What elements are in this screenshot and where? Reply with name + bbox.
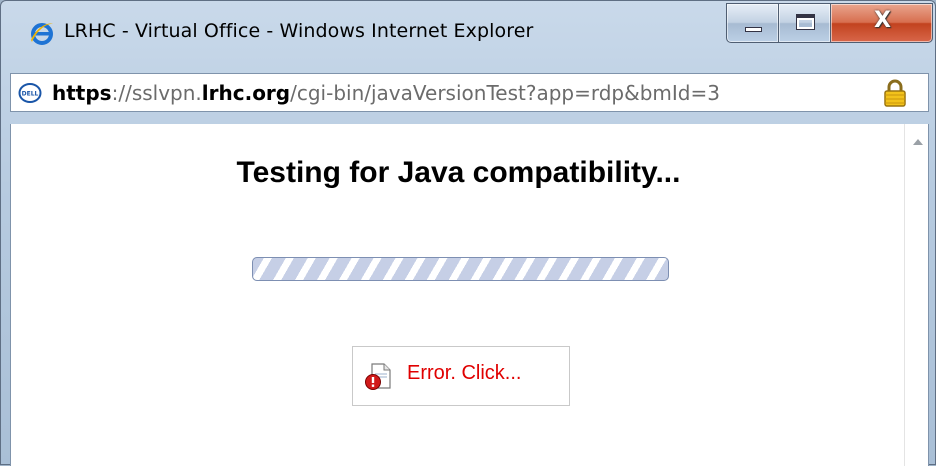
- maximize-button[interactable]: [778, 3, 831, 43]
- scroll-up-arrow-icon[interactable]: [913, 139, 923, 145]
- url-host-domain: lrhc.org: [201, 81, 291, 105]
- error-button[interactable]: Error. Click...: [352, 346, 570, 406]
- url-scheme: https: [52, 81, 112, 105]
- url-host-prefix: sslvpn.: [131, 81, 202, 105]
- close-icon: X: [874, 8, 891, 33]
- close-button[interactable]: X: [830, 3, 933, 43]
- internet-explorer-icon: [31, 23, 53, 45]
- maximize-icon: [796, 14, 815, 30]
- vertical-scrollbar[interactable]: [904, 124, 928, 466]
- url-path: /cgi-bin/javaVersionTest?app=rdp&bmId=3: [290, 81, 720, 105]
- minimize-button[interactable]: [726, 3, 779, 43]
- url-separator: ://: [111, 81, 132, 105]
- url-text[interactable]: https://sslvpn.lrhc.org/cgi-bin/javaVers…: [52, 81, 720, 105]
- title-bar[interactable]: LRHC - Virtual Office - Windows Internet…: [1, 1, 936, 67]
- page-heading: Testing for Java compatibility...: [236, 156, 681, 189]
- lock-icon[interactable]: [881, 78, 909, 108]
- page-content: Testing for Java compatibility... Error.…: [10, 124, 929, 466]
- minimize-icon: [745, 27, 762, 32]
- error-button-label: Error. Click...: [407, 362, 522, 384]
- svg-text:DELL: DELL: [22, 91, 39, 98]
- progress-bar: [252, 257, 669, 281]
- address-bar[interactable]: DELL https://sslvpn.lrhc.org/cgi-bin/jav…: [10, 73, 929, 112]
- window-title: LRHC - Virtual Office - Windows Internet…: [64, 20, 534, 42]
- document-error-icon: [365, 363, 391, 390]
- dell-icon: DELL: [18, 83, 42, 103]
- browser-window: LRHC - Virtual Office - Windows Internet…: [0, 0, 936, 466]
